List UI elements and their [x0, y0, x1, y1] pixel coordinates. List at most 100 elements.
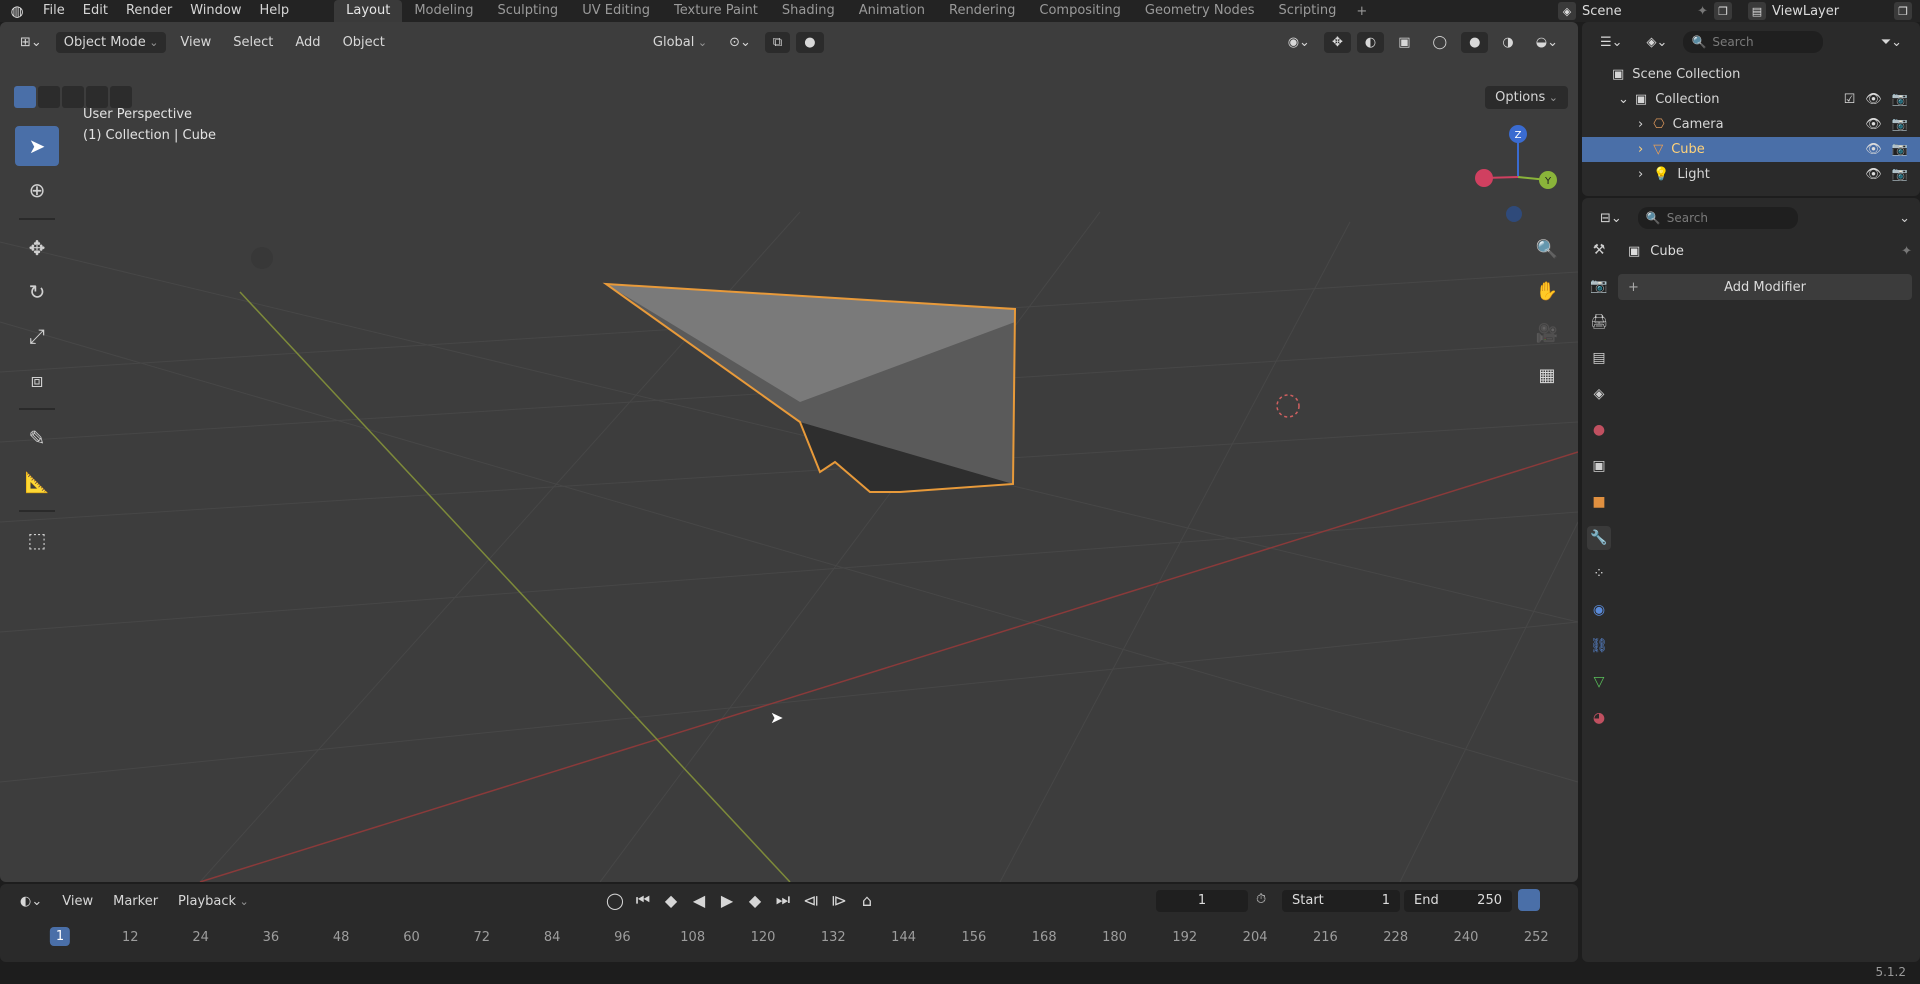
jump-start-icon[interactable]: ⏮	[632, 890, 654, 910]
zoom-icon[interactable]: 🔍	[1530, 232, 1564, 266]
render-tab-icon[interactable]: 📷	[1587, 274, 1611, 298]
timeline-menu-view[interactable]: View	[54, 891, 101, 912]
properties-editor-type-icon[interactable]: ⊟⌄	[1592, 208, 1630, 229]
blender-logo-icon[interactable]: ◍	[0, 0, 34, 22]
camera-view-icon[interactable]: 🎥	[1530, 316, 1564, 350]
outliner-editor-type-icon[interactable]: ☰⌄	[1592, 32, 1631, 53]
workspace-tab-modeling[interactable]: Modeling	[402, 0, 485, 22]
timeline-menu-playback[interactable]: Playback	[170, 891, 257, 912]
workspace-tab-shading[interactable]: Shading	[770, 0, 847, 22]
world-tab-icon[interactable]: ●	[1587, 418, 1611, 442]
shading-wireframe-icon[interactable]: ◯	[1425, 32, 1456, 53]
outliner-item-camera[interactable]: › ⎔ Camera 👁 📷	[1582, 112, 1920, 137]
camera-render-icon[interactable]: 📷	[1892, 92, 1908, 107]
scene-collection-row[interactable]: ▣ Scene Collection	[1582, 62, 1920, 87]
pin-icon[interactable]: ✦	[1697, 4, 1708, 19]
scene-selector[interactable]: ◈ Scene ✦ ❐	[1550, 2, 1740, 20]
timeline-editor[interactable]: ◐⌄ View Marker Playback ◯ ⏮ ◆ ◀ ▶ ◆ ⏭ ⧏ …	[0, 884, 1578, 962]
add-cube-tool-icon[interactable]: ⬚	[15, 520, 59, 560]
pin-icon[interactable]: ✦	[1901, 244, 1912, 259]
view-layer-selector[interactable]: ▤ ViewLayer ❐	[1740, 2, 1920, 20]
navigation-gizmo[interactable]: Z Y	[1458, 122, 1578, 232]
properties-panel[interactable]: ⊟⌄ 🔍 Search ⌄ ⚒ 📷 🖨 ▤ ◈ ● ▣ ■ 🔧 ⁘ ◉ ⛓ ▽ …	[1582, 198, 1920, 962]
scale-tool-icon[interactable]: ⤢	[15, 316, 59, 356]
options-dropdown[interactable]: Options	[1485, 86, 1568, 109]
xray-icon[interactable]: ▣	[1390, 32, 1418, 53]
shading-rendered-icon[interactable]: ◒⌄	[1528, 32, 1566, 53]
particles-tab-icon[interactable]: ⁘	[1587, 562, 1611, 586]
add-modifier-button[interactable]: + Add Modifier	[1618, 274, 1912, 300]
eye-icon[interactable]: 👁	[1865, 92, 1882, 107]
expand-arrow-icon[interactable]: ›	[1638, 142, 1643, 157]
workspace-tab-texture-paint[interactable]: Texture Paint	[662, 0, 770, 22]
transform-orientation-dropdown[interactable]: Global	[645, 32, 715, 53]
display-mode-icon[interactable]: ◈⌄	[1639, 32, 1676, 53]
overlay-toggle-icon[interactable]: ◐	[1356, 31, 1385, 53]
menu-file[interactable]: File	[34, 0, 74, 22]
expand-arrow-icon[interactable]: ›	[1638, 117, 1643, 132]
eye-icon[interactable]: 👁	[1865, 142, 1882, 157]
camera-render-icon[interactable]: 📷	[1892, 117, 1908, 132]
eye-icon[interactable]: 👁	[1865, 117, 1882, 132]
shading-solid-icon[interactable]: ●	[1461, 31, 1489, 53]
checkbox-icon[interactable]: ☑	[1844, 92, 1856, 107]
expand-arrow-icon[interactable]: ⌄	[1618, 92, 1629, 107]
jump-end-icon[interactable]: ⏭	[772, 890, 794, 910]
move-tool-icon[interactable]: ✥	[15, 228, 59, 268]
object-tab-icon[interactable]: ■	[1587, 490, 1611, 514]
keyframe-prev-icon[interactable]: ⧏	[800, 891, 822, 910]
workspace-tab-uv-editing[interactable]: UV Editing	[570, 0, 662, 22]
collection-tab-icon[interactable]: ▣	[1587, 454, 1611, 478]
timeline-view-icon[interactable]	[1518, 889, 1540, 911]
prev-keyframe-icon[interactable]: ◆	[660, 891, 682, 910]
timeline-menu-marker[interactable]: Marker	[105, 891, 166, 912]
select-subtract-icon[interactable]	[62, 86, 84, 108]
workspace-tab-rendering[interactable]: Rendering	[937, 0, 1027, 22]
collection-row[interactable]: ⌄ ▣ Collection ☑ 👁 📷	[1582, 87, 1920, 112]
chevron-down-icon[interactable]: ⌄	[1899, 211, 1910, 226]
editor-type-button[interactable]: ⊞⌄	[12, 32, 50, 53]
workspace-tab-scripting[interactable]: Scripting	[1267, 0, 1349, 22]
viewport-menu-object[interactable]: Object	[335, 32, 393, 53]
add-workspace-button[interactable]: +	[1348, 4, 1375, 19]
menu-edit[interactable]: Edit	[74, 0, 117, 22]
outliner-panel[interactable]: ☰⌄ ◈⌄ 🔍 Search ⏷⌄ ▣ Scene Collection ⌄ ▣…	[1582, 22, 1920, 196]
shading-material-icon[interactable]: ◑	[1494, 32, 1521, 53]
3d-viewport[interactable]: ⊞⌄ Object Mode View Select Add Object Gl…	[0, 22, 1578, 882]
start-frame-field[interactable]: Start 1	[1282, 890, 1400, 912]
modifier-tab-icon[interactable]: 🔧	[1587, 526, 1611, 550]
new-scene-icon[interactable]: ❐	[1714, 2, 1732, 20]
play-icon[interactable]: ▶	[716, 891, 738, 910]
current-frame-field[interactable]: 1	[1156, 890, 1248, 912]
material-tab-icon[interactable]: ◕	[1587, 706, 1611, 730]
output-tab-icon[interactable]: 🖨	[1587, 310, 1611, 334]
workspace-tab-geometry-nodes[interactable]: Geometry Nodes	[1133, 0, 1267, 22]
constraints-tab-icon[interactable]: ⛓	[1587, 634, 1611, 658]
visibility-icon[interactable]: ◉⌄	[1280, 32, 1318, 53]
viewport-menu-select[interactable]: Select	[225, 32, 281, 53]
viewport-menu-add[interactable]: Add	[287, 32, 328, 53]
snap-icon[interactable]: ⧉	[764, 31, 791, 53]
timeline-editor-type-icon[interactable]: ◐⌄	[12, 891, 50, 912]
workspace-tab-sculpting[interactable]: Sculpting	[485, 0, 570, 22]
camera-render-icon[interactable]: 📷	[1892, 167, 1908, 182]
filter-icon[interactable]: ⏷⌄	[1873, 32, 1910, 53]
outliner-search-input[interactable]: 🔍 Search	[1683, 31, 1824, 53]
auto-keying-icon[interactable]: ◯	[604, 891, 626, 910]
view-layer-tab-icon[interactable]: ▤	[1587, 346, 1611, 370]
viewport-menu-view[interactable]: View	[172, 32, 219, 53]
expand-arrow-icon[interactable]: ›	[1638, 167, 1643, 182]
ortho-grid-icon[interactable]: ▦	[1530, 358, 1564, 392]
outliner-item-cube[interactable]: › ▽ Cube 👁 📷	[1582, 137, 1920, 162]
workspace-tab-layout[interactable]: Layout	[334, 0, 403, 22]
gizmo-toggle-icon[interactable]: ✥	[1323, 31, 1351, 53]
menu-render[interactable]: Render	[117, 0, 181, 22]
pan-hand-icon[interactable]: ✋	[1530, 274, 1564, 308]
physics-tab-icon[interactable]: ◉	[1587, 598, 1611, 622]
rotate-tool-icon[interactable]: ↻	[15, 272, 59, 312]
measure-tool-icon[interactable]: 📐	[15, 462, 59, 502]
annotate-tool-icon[interactable]: ✎	[15, 418, 59, 458]
keying-set-icon[interactable]: ⌂	[856, 891, 878, 910]
eye-icon[interactable]: 👁	[1865, 167, 1882, 182]
properties-search-input[interactable]: 🔍 Search	[1637, 207, 1798, 229]
